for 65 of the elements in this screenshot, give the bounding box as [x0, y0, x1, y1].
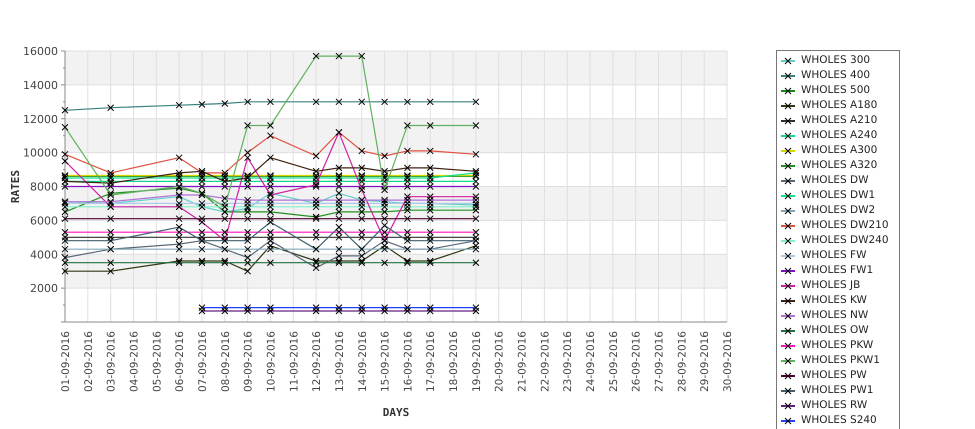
x-tick-label: 01-09-2016	[60, 331, 72, 392]
x-tick-label: 10-09-2016	[265, 331, 278, 392]
y-tick-label: 2000	[30, 282, 58, 296]
x-tick-label: 21-09-2016	[516, 331, 529, 392]
legend-label: WHOLES JB	[801, 278, 860, 293]
y-tick-label: 6000	[30, 214, 58, 228]
x-tick-label: 13-09-2016	[334, 331, 346, 392]
legend-label: WHOLES DW240	[801, 233, 889, 248]
x-tick-label: 29-09-2016	[699, 331, 712, 392]
legend-label: WHOLES A300	[801, 143, 878, 158]
legend-label: WHOLES DW2	[801, 203, 876, 218]
x-tick-label: 04-09-2016	[128, 331, 140, 392]
y-tick-label: 10000	[23, 146, 58, 160]
legend-label: WHOLES A180	[801, 98, 878, 113]
legend-label: WHOLES A210	[801, 113, 878, 128]
legend-label: WHOLES RW	[801, 398, 868, 413]
x-tick-label: 30-09-2016	[722, 331, 734, 392]
legend-label: WHOLES S240	[801, 413, 877, 428]
legend-label: WHOLES FW1	[801, 263, 874, 278]
x-tick-label: 12-09-2016	[311, 331, 324, 392]
legend-label: WHOLES KW	[801, 293, 867, 308]
y-tick-label: 14000	[23, 78, 58, 92]
legend-label: WHOLES DW210	[801, 218, 889, 233]
x-tick-label: 09-09-2016	[242, 331, 255, 392]
y-tick-label: 12000	[23, 112, 58, 126]
legend-label: WHOLES NW	[801, 308, 868, 323]
x-tick-label: 20-09-2016	[494, 331, 506, 392]
x-axis-title: DAYS	[382, 406, 410, 419]
y-tick-label: 4000	[30, 248, 58, 262]
legend-label: WHOLES 500	[801, 83, 870, 98]
y-tick-label: 8000	[30, 180, 58, 194]
x-tick-label: 28-09-2016	[676, 331, 688, 392]
x-tick-label: 05-09-2016	[151, 331, 164, 392]
legend-label: WHOLES OW	[801, 323, 869, 338]
x-tick-label: 24-09-2016	[585, 331, 598, 392]
legend-label: WHOLES 300	[801, 53, 870, 68]
legend-label: WHOLES DW	[801, 173, 868, 188]
legend-label: WHOLES DW1	[801, 188, 876, 203]
legend-label: WHOLES A320	[801, 158, 878, 173]
legend-label: WHOLES PW1	[801, 383, 874, 398]
x-tick-label: 26-09-2016	[630, 331, 643, 392]
x-tick-label: 06-09-2016	[174, 331, 186, 392]
x-tick-label: 19-09-2016	[470, 331, 483, 392]
x-tick-label: 15-09-2016	[380, 331, 392, 392]
x-tick-label: 25-09-2016	[608, 331, 620, 392]
x-tick-label: 27-09-2016	[654, 331, 666, 392]
y-tick-label: 16000	[23, 45, 58, 58]
x-tick-label: 23-09-2016	[562, 331, 574, 392]
x-tick-label: 08-09-2016	[220, 331, 232, 392]
legend-label: WHOLES PKW1	[801, 353, 880, 368]
x-tick-label: 18-09-2016	[448, 331, 460, 392]
legend-label: WHOLES PW	[801, 368, 867, 383]
legend-label: WHOLES 400	[801, 68, 870, 83]
x-tick-label: 17-09-2016	[425, 331, 438, 392]
legend-label: WHOLES A240	[801, 128, 878, 143]
x-tick-label: 16-09-2016	[402, 331, 414, 392]
legend-label: WHOLES PKW	[801, 338, 874, 353]
x-tick-label: 02-09-2016	[82, 331, 95, 392]
x-tick-label: 14-09-2016	[356, 331, 369, 392]
legend-label: WHOLES FW	[801, 248, 866, 263]
y-axis-title: RATES	[9, 170, 22, 204]
x-tick-label: 11-09-2016	[288, 331, 300, 392]
x-tick-label: 22-09-2016	[539, 331, 552, 392]
x-tick-label: 03-09-2016	[106, 331, 118, 392]
x-tick-label: 07-09-2016	[196, 331, 209, 392]
